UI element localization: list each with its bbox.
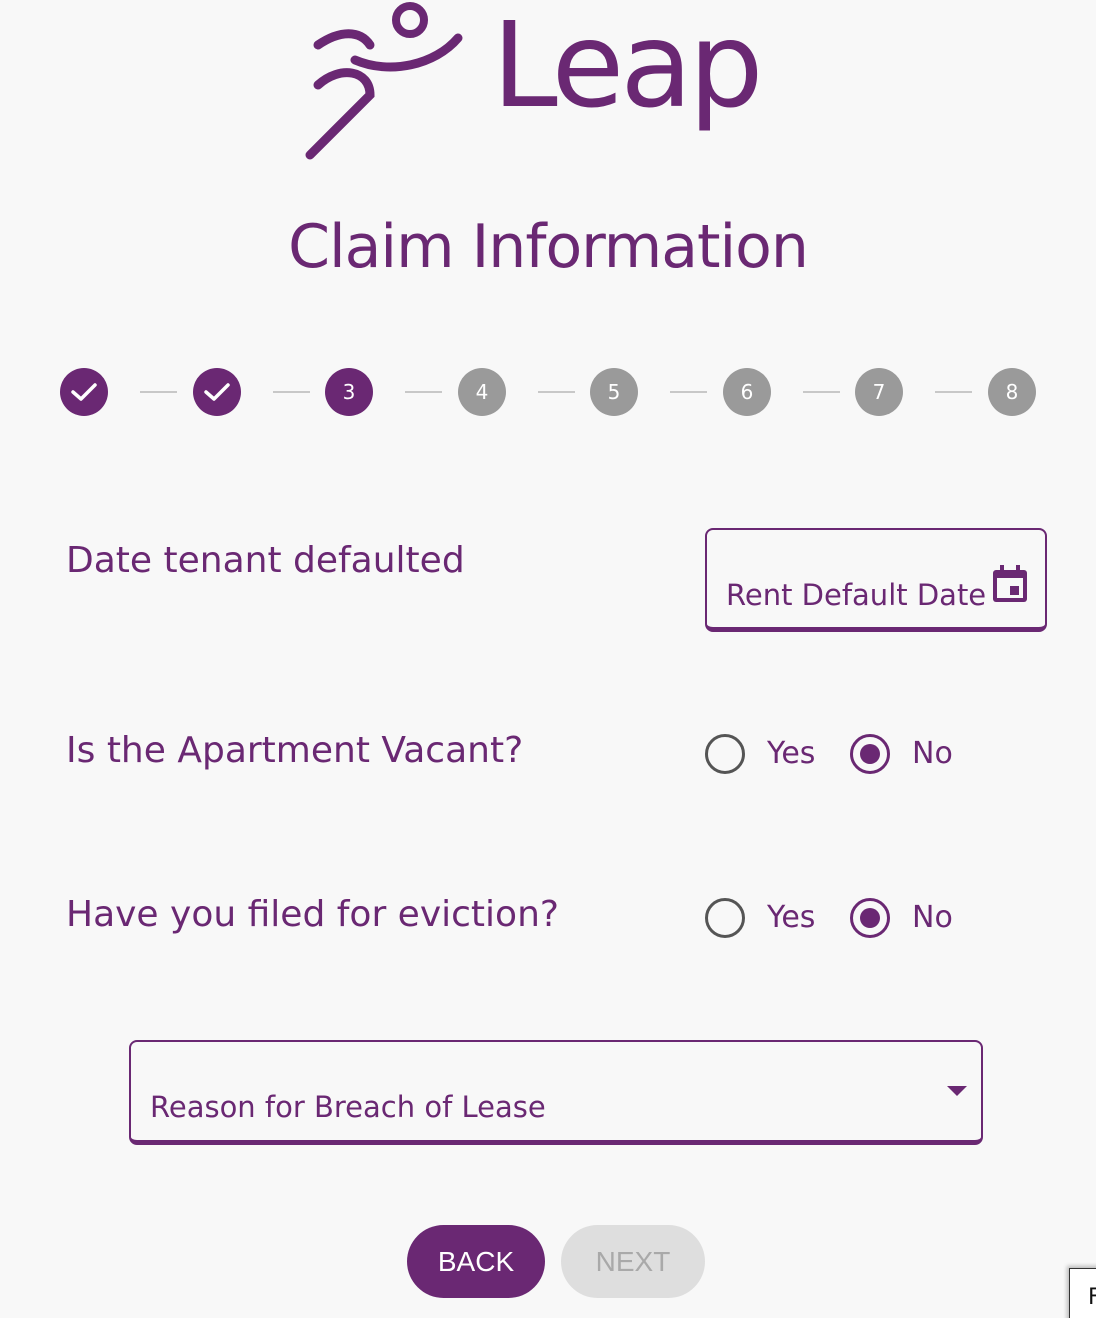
leap-logo: Leap: [300, 0, 820, 165]
page-title: Claim Information: [288, 212, 809, 282]
step-2[interactable]: [193, 368, 241, 416]
runner-logo-icon: [305, 2, 463, 160]
step-connector: [935, 391, 972, 393]
step-7[interactable]: 7: [855, 368, 903, 416]
eviction-no-radio[interactable]: [850, 898, 890, 938]
step-3[interactable]: 3: [325, 368, 373, 416]
rent-default-date-input[interactable]: Rent Default Date: [705, 528, 1047, 632]
breach-reason-placeholder: Reason for Breach of Lease: [150, 1090, 546, 1124]
rent-default-date-placeholder: Rent Default Date: [726, 578, 987, 612]
vacant-no-label[interactable]: No: [912, 734, 953, 774]
step-connector: [803, 391, 840, 393]
step-connector: [670, 391, 707, 393]
eviction-question-label: Have you filed for eviction?: [66, 894, 559, 935]
eviction-yes-label[interactable]: Yes: [767, 898, 815, 938]
step-connector: [273, 391, 310, 393]
next-button[interactable]: NEXT: [561, 1225, 705, 1298]
logo-text: Leap: [492, 0, 763, 134]
date-defaulted-label: Date tenant defaulted: [66, 540, 465, 581]
vacant-yes-label[interactable]: Yes: [767, 734, 815, 774]
eviction-no-label[interactable]: No: [912, 898, 953, 938]
step-connector: [140, 391, 177, 393]
check-icon: [204, 383, 230, 401]
corner-widget-text: F: [1088, 1285, 1096, 1310]
check-icon: [71, 383, 97, 401]
chevron-down-icon[interactable]: [947, 1086, 967, 1096]
step-5[interactable]: 5: [590, 368, 638, 416]
vacant-no-radio[interactable]: [850, 734, 890, 774]
eviction-radio-group: Yes No: [705, 898, 1005, 938]
vacant-radio-group: Yes No: [705, 734, 1005, 774]
vacant-yes-radio[interactable]: [705, 734, 745, 774]
corner-widget[interactable]: F: [1069, 1268, 1096, 1318]
step-connector: [405, 391, 442, 393]
step-6[interactable]: 6: [723, 368, 771, 416]
step-1[interactable]: [60, 368, 108, 416]
vacant-question-label: Is the Apartment Vacant?: [66, 730, 524, 771]
step-8[interactable]: 8: [988, 368, 1036, 416]
step-4[interactable]: 4: [458, 368, 506, 416]
eviction-yes-radio[interactable]: [705, 898, 745, 938]
breach-reason-select[interactable]: Reason for Breach of Lease: [129, 1040, 983, 1145]
step-connector: [538, 391, 575, 393]
back-button[interactable]: BACK: [407, 1225, 545, 1298]
calendar-icon[interactable]: [991, 564, 1029, 604]
